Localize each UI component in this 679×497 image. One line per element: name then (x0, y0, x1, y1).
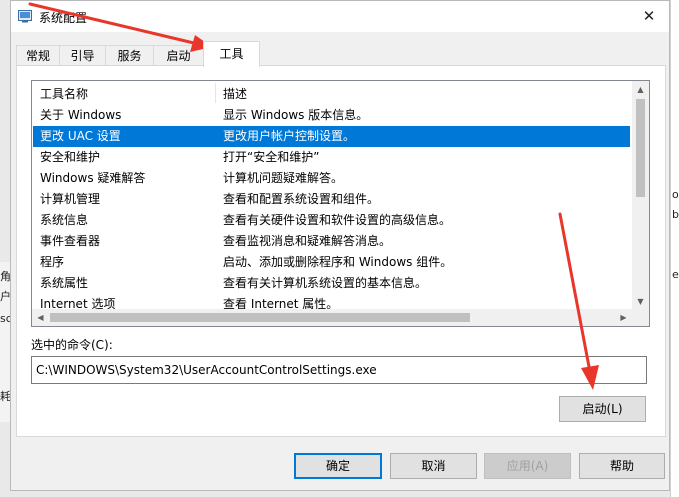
list-item[interactable]: 系统属性 查看有关计算机系统设置的基本信息。 (33, 273, 630, 294)
close-button[interactable]: ✕ (629, 1, 669, 32)
tool-name: 程序 (40, 255, 65, 269)
background-text: ba (672, 208, 679, 221)
window-title: 系统配置 (39, 11, 88, 25)
tab-general[interactable]: 常规 (16, 45, 60, 65)
tool-description: 启动、添加或删除程序和 Windows 组件。 (223, 255, 453, 269)
scroll-down-arrow-icon[interactable]: ▼ (632, 293, 649, 310)
tool-name: Internet 选项 (40, 297, 116, 310)
apply-button[interactable]: 应用(A) (484, 453, 571, 479)
background-text: ox (672, 188, 679, 201)
tab-tools[interactable]: 工具 (203, 41, 260, 67)
tab-startup[interactable]: 启动 (153, 45, 204, 65)
list-item-selected[interactable]: 更改 UAC 设置 更改用户帐户控制设置。 (33, 126, 630, 147)
list-item[interactable]: 关于 Windows 显示 Windows 版本信息。 (33, 105, 630, 126)
help-button[interactable]: 帮助 (579, 453, 665, 479)
scroll-up-arrow-icon[interactable]: ▲ (632, 81, 649, 98)
background-window-right: ox ba e (670, 0, 679, 497)
background-window-left: 角 户 sc 耗 (0, 262, 12, 422)
selected-command-field[interactable]: C:\WINDOWS\System32\UserAccountControlSe… (31, 356, 647, 384)
tools-panel: 工具名称 描述 关于 Windows 显示 Windows 版本信息。 更改 U… (16, 65, 666, 437)
list-item[interactable]: Internet 选项 查看 Internet 属性。 (33, 294, 630, 310)
tab-boot[interactable]: 引导 (59, 45, 106, 65)
tab-services[interactable]: 服务 (105, 45, 154, 65)
horizontal-scrollbar[interactable]: ◀ ▶ (32, 309, 632, 326)
tool-description: 查看 Internet 属性。 (223, 297, 339, 310)
tool-name: Windows 疑难解答 (40, 171, 146, 185)
selected-command-label: 选中的命令(C): (31, 338, 113, 352)
tool-description: 打开“安全和维护” (223, 150, 320, 164)
system-config-dialog: 系统配置 ✕ 常规 引导 服务 启动 工具 工具名称 描述 关于 Windows… (10, 0, 670, 491)
tool-description: 计算机问题疑难解答。 (223, 171, 344, 185)
scroll-left-arrow-icon[interactable]: ◀ (32, 309, 49, 326)
scroll-right-arrow-icon[interactable]: ▶ (615, 309, 632, 326)
list-item[interactable]: Windows 疑难解答 计算机问题疑难解答。 (33, 168, 630, 189)
tool-name: 系统属性 (40, 276, 89, 290)
title-bar[interactable]: 系统配置 ✕ (11, 1, 669, 32)
tool-description: 查看和配置系统设置和组件。 (223, 192, 380, 206)
scrollbar-corner (632, 309, 649, 326)
vertical-scroll-thumb[interactable] (636, 99, 645, 197)
tool-description: 查看有关硬件设置和软件设置的高级信息。 (223, 213, 452, 227)
background-text: e (672, 268, 679, 281)
list-item[interactable]: 程序 启动、添加或删除程序和 Windows 组件。 (33, 252, 630, 273)
system-config-icon (18, 10, 32, 23)
tool-name: 安全和维护 (40, 150, 101, 164)
list-item[interactable]: 事件查看器 查看监视消息和疑难解答消息。 (33, 231, 630, 252)
tool-description: 更改用户帐户控制设置。 (223, 129, 356, 143)
ok-button[interactable]: 确定 (294, 453, 382, 479)
tool-description: 显示 Windows 版本信息。 (223, 108, 369, 122)
tool-name: 关于 Windows (40, 108, 122, 122)
list-header: 工具名称 描述 (32, 81, 632, 105)
tool-name: 系统信息 (40, 213, 89, 227)
vertical-scrollbar[interactable]: ▲ ▼ (632, 81, 649, 310)
cancel-button[interactable]: 取消 (390, 453, 477, 479)
list-item[interactable]: 安全和维护 打开“安全和维护” (33, 147, 630, 168)
tool-name: 更改 UAC 设置 (40, 129, 121, 143)
tool-description: 查看有关计算机系统设置的基本信息。 (223, 276, 428, 290)
column-header-tool-name[interactable]: 工具名称 (40, 85, 88, 102)
launch-button[interactable]: 启动(L) (559, 396, 646, 422)
tool-description: 查看监视消息和疑难解答消息。 (223, 234, 392, 248)
tool-name: 事件查看器 (40, 234, 101, 248)
close-icon: ✕ (642, 7, 656, 25)
tools-list[interactable]: 工具名称 描述 关于 Windows 显示 Windows 版本信息。 更改 U… (31, 80, 650, 327)
list-item[interactable]: 系统信息 查看有关硬件设置和软件设置的高级信息。 (33, 210, 630, 231)
horizontal-scroll-thumb[interactable] (50, 313, 470, 322)
tool-name: 计算机管理 (40, 192, 101, 206)
column-header-description[interactable]: 描述 (223, 85, 247, 102)
column-separator[interactable] (215, 83, 216, 103)
list-item[interactable]: 计算机管理 查看和配置系统设置和组件。 (33, 189, 630, 210)
